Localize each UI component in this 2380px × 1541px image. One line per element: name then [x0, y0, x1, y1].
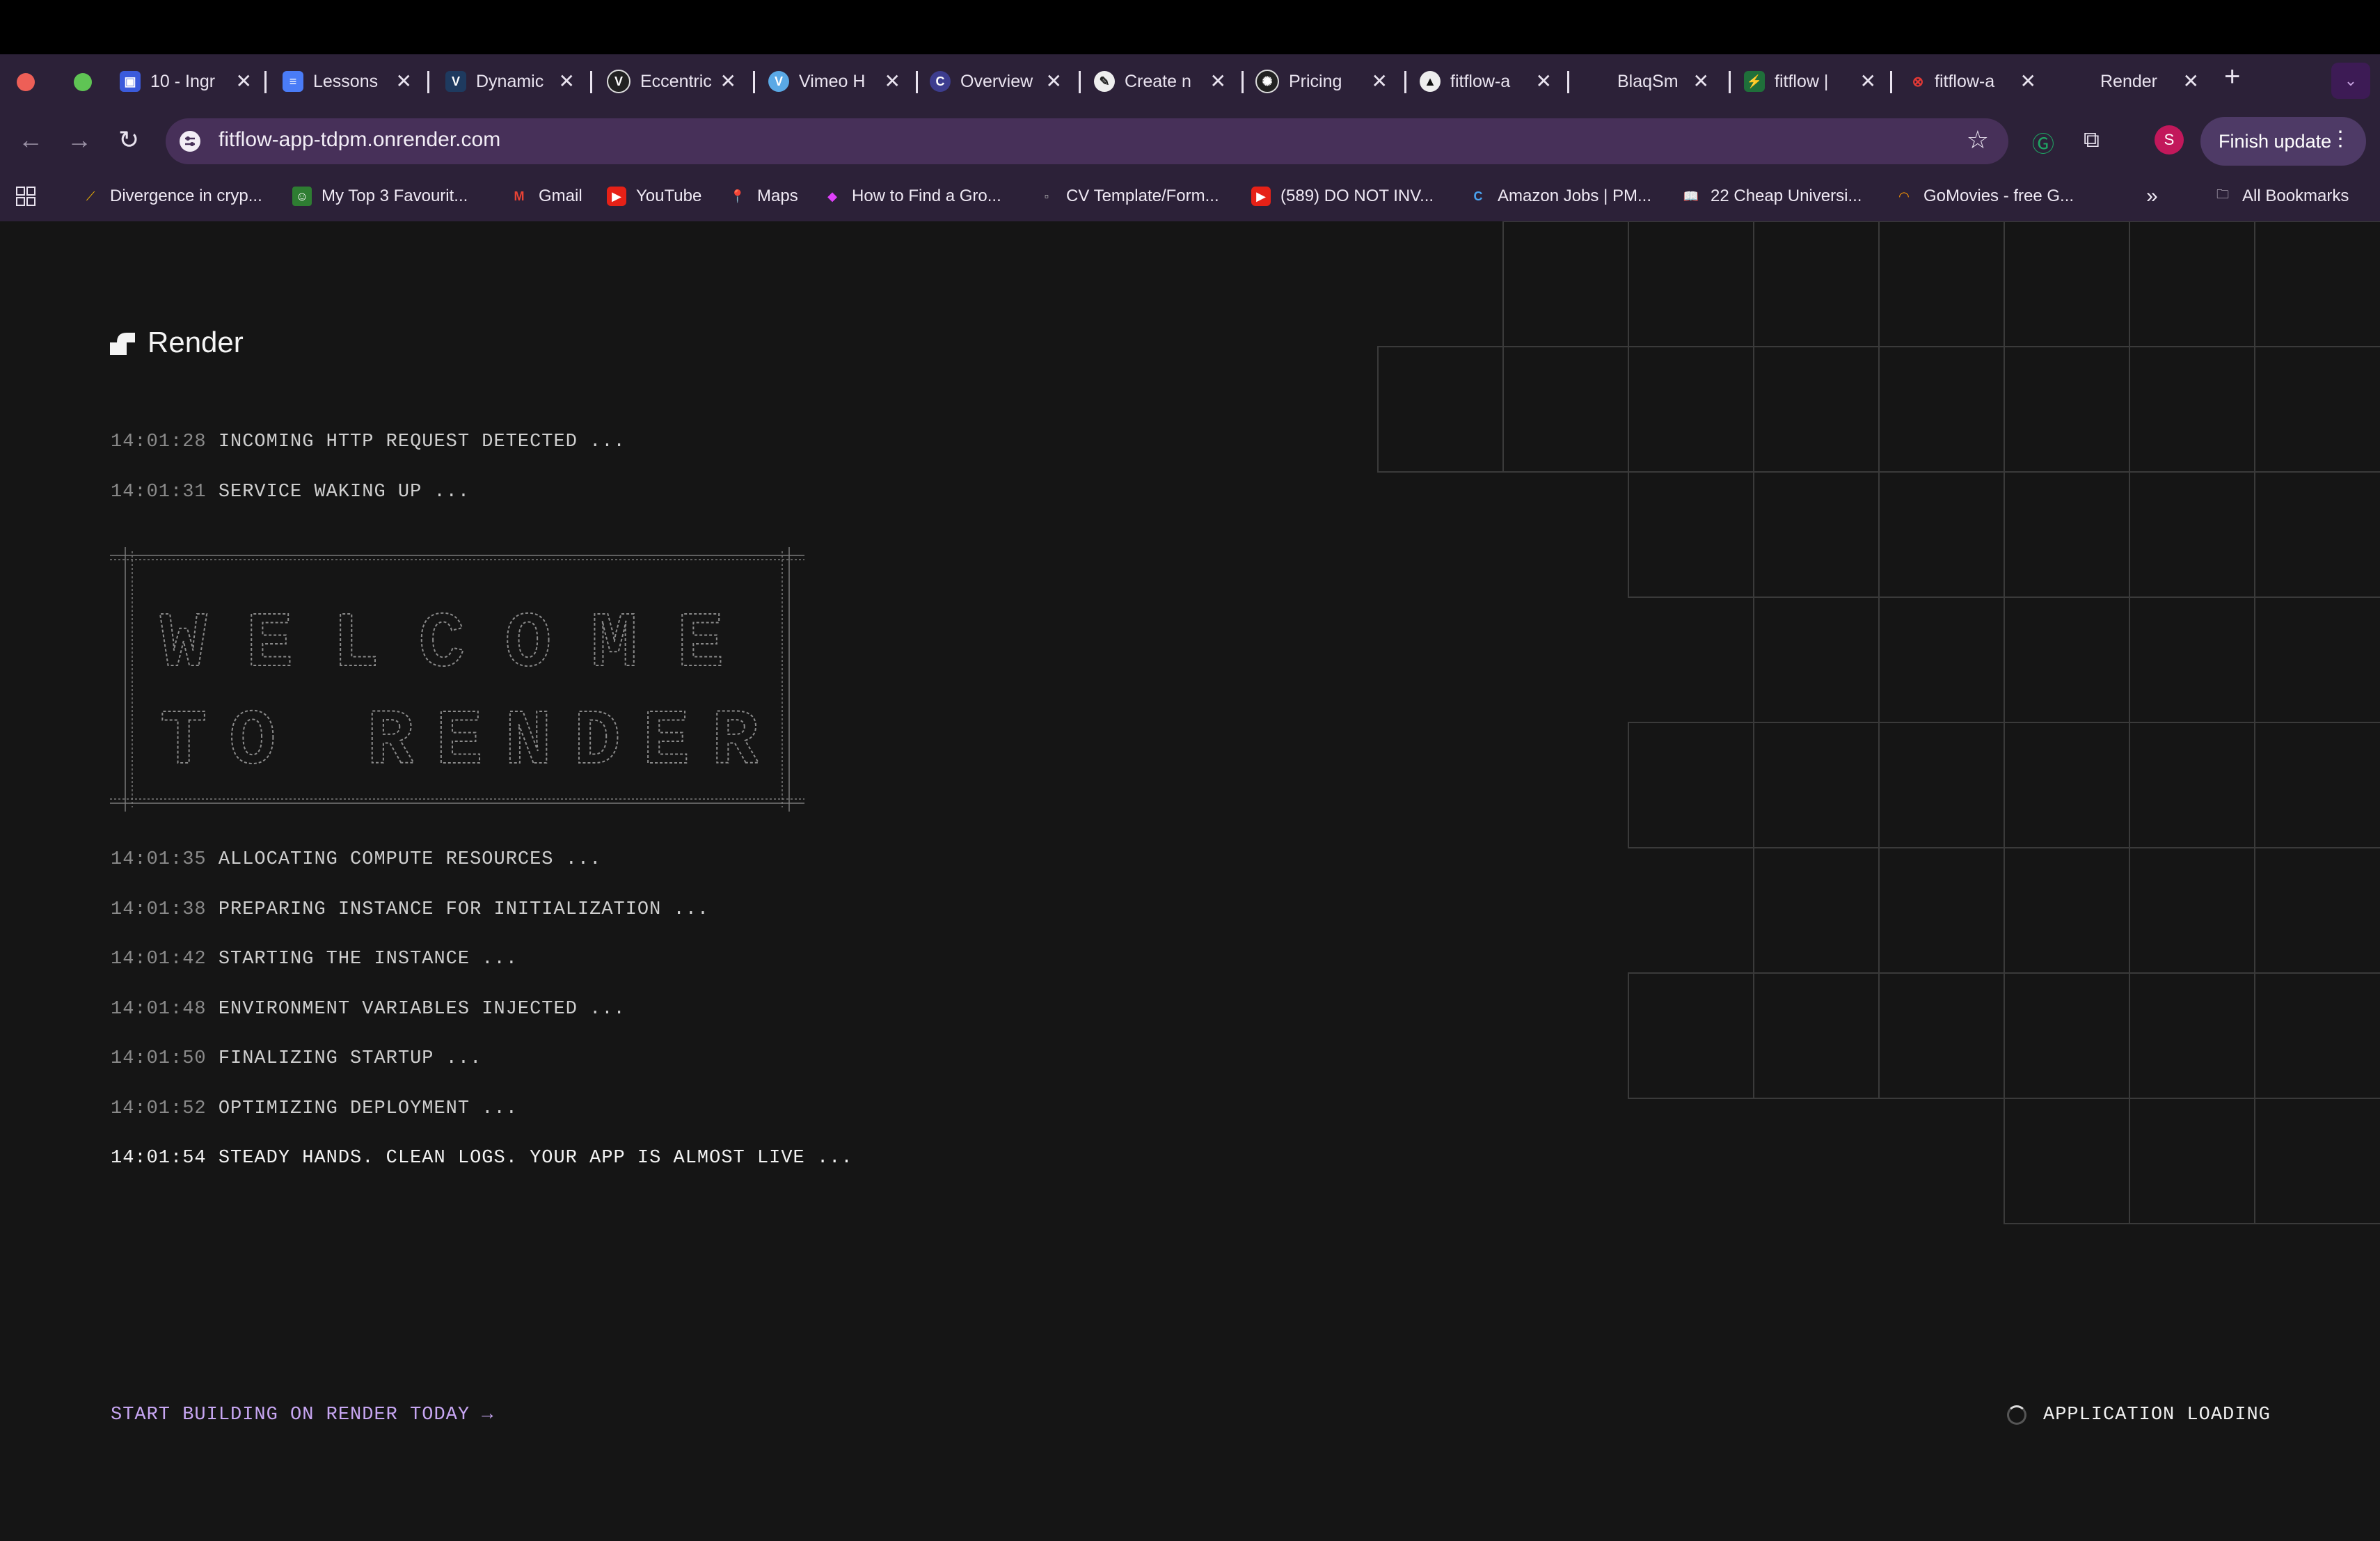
tab-9[interactable]: ▲ fitflow-a ✕	[1420, 64, 1552, 99]
bookmark-item[interactable]: ▶ (589) DO NOT INV...	[1251, 182, 1434, 210]
close-tab-icon[interactable]: ✕	[1372, 70, 1388, 93]
v-logo-icon: V	[445, 71, 466, 92]
log-line: 14:01:42 STARTING THE INSTANCE ...	[111, 949, 518, 970]
close-tab-icon[interactable]: ✕	[1210, 70, 1226, 93]
close-tab-icon[interactable]: ✕	[1536, 70, 1552, 93]
grammarly-icon[interactable]: Ⓖ	[2032, 127, 2054, 159]
close-tab-icon[interactable]: ✕	[1860, 70, 1876, 93]
new-tab-button[interactable]: +	[2224, 61, 2240, 93]
close-tab-icon[interactable]: ✕	[2020, 70, 2036, 93]
doc-icon: ▫	[1044, 189, 1049, 203]
book-icon: 📖	[1683, 189, 1699, 203]
bookmark-item[interactable]: ▶ YouTube	[607, 182, 701, 210]
log-line: 14:01:52 OPTIMIZING DEPLOYMENT ...	[111, 1098, 518, 1119]
apps-icon[interactable]	[15, 182, 36, 210]
close-tab-icon[interactable]: ✕	[884, 70, 901, 93]
welcome-ascii-banner: WELCOME TO RENDER	[110, 547, 804, 812]
tab-12[interactable]: ⊗ fitflow-a ✕	[1911, 64, 2036, 99]
more-bookmarks-icon[interactable]: »	[2146, 182, 2158, 210]
extensions-icon[interactable]: ⧉	[2084, 127, 2100, 153]
tab-search-button[interactable]: ⌄	[2331, 63, 2370, 99]
log-line: 14:01:50 FINALIZING STARTUP ...	[111, 1048, 482, 1069]
log-line: 14:01:28 INCOMING HTTP REQUEST DETECTED …	[111, 432, 626, 452]
bookmark-item[interactable]: 📖 22 Cheap Universi...	[1681, 182, 1862, 210]
vimeo-icon: V	[768, 71, 789, 92]
ascii-line-welcome: WELCOME	[160, 601, 724, 689]
c-icon: C	[1473, 189, 1483, 203]
bookmark-item[interactable]: C Amazon Jobs | PM...	[1468, 182, 1651, 210]
close-tab-icon[interactable]: ✕	[396, 70, 412, 93]
bookmark-star-icon[interactable]: ☆	[1967, 125, 1989, 155]
url-text[interactable]: fitflow-app-tdpm.onrender.com	[219, 128, 500, 152]
render-logo-icon	[110, 333, 135, 355]
bookmark-item[interactable]: ▫ CV Template/Form...	[1037, 182, 1219, 210]
window-title-bar	[0, 0, 2380, 54]
close-tab-icon[interactable]: ✕	[559, 70, 575, 93]
avatar[interactable]: S	[2155, 125, 2184, 155]
background-grid	[1377, 221, 2380, 1224]
close-tab-icon[interactable]: ✕	[2183, 70, 2199, 93]
triangle-icon: ▲	[1420, 71, 1441, 92]
pen-icon: ✎	[1094, 71, 1115, 92]
bookmark-item[interactable]: ◆ How to Find a Gro...	[823, 182, 1001, 210]
all-bookmarks-button[interactable]: 🗀 All Bookmarks	[2213, 182, 2349, 210]
loading-spinner-icon	[2007, 1405, 2026, 1425]
bookmark-item[interactable]: 📍 Maps	[728, 182, 798, 210]
youtube-icon: ▶	[607, 187, 626, 206]
brand-icon: ◆	[827, 189, 837, 203]
openai-icon: ✺	[1255, 70, 1279, 93]
start-building-link[interactable]: START BUILDING ON RENDER TODAY →	[111, 1405, 493, 1425]
rainbow-icon: ◠	[1898, 189, 1910, 203]
chart-icon: ⟋	[86, 189, 95, 203]
finish-update-button[interactable]: Finish update ⋮	[2200, 117, 2366, 166]
tab-10[interactable]: BlaqSm ✕	[1617, 64, 1709, 99]
page-icon: ▣	[120, 71, 141, 92]
close-tab-icon[interactable]: ✕	[1693, 70, 1709, 93]
render-logo[interactable]: Render	[110, 326, 244, 359]
bookmark-item[interactable]: ◠ GoMovies - free G...	[1894, 182, 2074, 210]
tab-11[interactable]: ⚡ fitflow | ✕	[1744, 64, 1876, 99]
page-content: Render 14:01:28 INCOMING HTTP REQUEST DE…	[0, 221, 2380, 1541]
ascii-line-render: TO RENDER	[160, 698, 759, 787]
youtube-icon: ▶	[1251, 187, 1271, 206]
maximize-window-button[interactable]	[74, 73, 92, 91]
circle-logo-icon: C	[930, 71, 951, 92]
error-icon: ⊗	[1912, 74, 1924, 90]
log-line-latest: 14:01:54 STEADY HANDS. CLEAN LOGS. YOUR …	[111, 1148, 853, 1169]
more-menu-icon[interactable]: ⋮	[2330, 127, 2351, 151]
bookmark-item[interactable]: ☺ My Top 3 Favourit...	[292, 182, 468, 210]
close-tab-icon[interactable]: ✕	[1046, 70, 1062, 93]
close-tab-icon[interactable]: ✕	[720, 70, 736, 93]
forward-button[interactable]: →	[67, 125, 92, 155]
close-window-button[interactable]	[17, 73, 35, 91]
log-line: 14:01:38 PREPARING INSTANCE FOR INITIALI…	[111, 899, 710, 920]
tab-5[interactable]: V Vimeo H ✕	[768, 64, 901, 99]
bolt-icon: ⚡	[1744, 71, 1765, 92]
bookmark-item[interactable]: ⟋ Divergence in cryp...	[81, 182, 262, 210]
v-circle-icon: V	[607, 70, 630, 93]
application-status: APPLICATION LOADING	[2007, 1405, 2271, 1425]
maps-icon: 📍	[729, 189, 746, 203]
tab-render-active[interactable]: Render ✕	[2100, 64, 2199, 99]
tab-4[interactable]: V Eccentric ✕	[607, 64, 736, 99]
back-button[interactable]: ←	[18, 125, 43, 155]
close-tab-icon[interactable]: ✕	[236, 70, 252, 93]
tab-8[interactable]: ✺ Pricing ✕	[1255, 64, 1388, 99]
gmail-icon: M	[514, 189, 525, 203]
tab-7[interactable]: ✎ Create n ✕	[1094, 64, 1226, 99]
log-line: 14:01:48 ENVIRONMENT VARIABLES INJECTED …	[111, 999, 626, 1020]
robot-icon: ☺	[292, 187, 312, 206]
reload-button[interactable]: ↻	[118, 125, 139, 155]
tab-2[interactable]: ≡ Lessons ✕	[283, 64, 412, 99]
site-info-icon[interactable]	[180, 131, 200, 152]
tab-6[interactable]: C Overview ✕	[930, 64, 1062, 99]
tab-1[interactable]: ▣ 10 - Ingr ✕	[120, 64, 252, 99]
address-bar[interactable]: fitflow-app-tdpm.onrender.com ☆	[166, 118, 2008, 164]
folder-icon: 🗀	[2216, 187, 2229, 201]
log-line: 14:01:35 ALLOCATING COMPUTE RESOURCES ..…	[111, 849, 602, 870]
docs-icon: ≡	[283, 71, 303, 92]
log-line: 14:01:31 SERVICE WAKING UP ...	[111, 482, 470, 503]
tab-3[interactable]: V Dynamic ✕	[445, 64, 575, 99]
bookmark-item[interactable]: M Gmail	[509, 182, 582, 210]
